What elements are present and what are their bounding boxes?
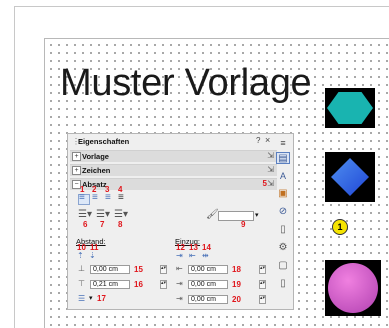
properties-icon[interactable]: ▤: [276, 152, 290, 164]
marker: 9: [241, 220, 246, 229]
hexagon-shape[interactable]: [325, 88, 375, 128]
decrease-indent-icon[interactable]: ⇤: [189, 251, 196, 261]
close-icon[interactable]: ×: [265, 135, 270, 145]
space-below-stepper[interactable]: ▴▾: [160, 280, 167, 289]
panel-title: Eigenschaften: [78, 137, 130, 146]
section-vorlage[interactable]: + Vorlage ⇲: [70, 150, 277, 162]
highlight-color-icon[interactable]: 🖌: [206, 210, 219, 220]
numbering-icon[interactable]: ☰▾: [96, 210, 110, 220]
marker: 18: [232, 265, 241, 274]
line-spacing-icon[interactable]: ☰▾: [114, 210, 128, 220]
align-left-glyph: ≡: [79, 192, 85, 203]
circle-fill: [328, 263, 378, 313]
align-center-icon[interactable]: ≡: [92, 193, 98, 203]
space-below-icon: ⊤: [78, 279, 85, 288]
expand-icon[interactable]: +: [72, 152, 81, 161]
indent-before-icon: ⇤: [176, 264, 183, 273]
menu-icon[interactable]: ≡: [276, 137, 290, 149]
section-absatz[interactable]: − Absatz 5 ⇲: [70, 178, 277, 190]
marker: 16: [134, 280, 143, 289]
section-zeichen[interactable]: + Zeichen ⇲: [70, 164, 277, 176]
indent-after-field[interactable]: 0,00 cm: [188, 280, 228, 289]
indent-after-stepper[interactable]: ▴▾: [259, 280, 266, 289]
hexagon-fill: [327, 92, 373, 124]
more-options-icon[interactable]: ⇲: [267, 165, 274, 174]
help-icon[interactable]: ?: [256, 136, 260, 145]
more-options-icon[interactable]: ⇲: [267, 151, 274, 160]
first-line-stepper[interactable]: ▴▾: [259, 295, 266, 304]
page-icon[interactable]: ▯: [276, 224, 290, 236]
paragraph-spacing-icon[interactable]: ☰: [78, 294, 85, 304]
bullets-icon[interactable]: ☰▾: [78, 210, 92, 220]
diamond-shape[interactable]: [325, 152, 375, 202]
space-above-field[interactable]: 0,00 cm: [90, 265, 130, 274]
styles-icon[interactable]: A: [276, 170, 290, 182]
section-label: Zeichen: [82, 166, 111, 175]
first-line-field[interactable]: 0,00 cm: [188, 295, 228, 304]
increase-indent-icon[interactable]: ⇥: [176, 251, 183, 261]
align-right-icon[interactable]: ≡: [105, 193, 111, 203]
marker: 15: [134, 265, 143, 274]
slide-transition-icon[interactable]: ▯: [276, 278, 290, 290]
gallery-icon[interactable]: ▣: [276, 188, 290, 200]
chevron-down-icon[interactable]: ▾: [255, 211, 259, 219]
properties-panel: ⋮ Eigenschaften ? × + Vorlage ⇲ + Zeiche…: [67, 133, 294, 310]
background-color-dropdown[interactable]: [218, 211, 254, 221]
marker: 7: [100, 220, 105, 229]
slide-title[interactable]: Muster Vorlage: [60, 62, 312, 105]
circle-shape[interactable]: [325, 260, 381, 316]
sidebar-tabbar: ≡ ▤ A ▣ ⊘ ▯ ⚙ ▢ ▯: [276, 137, 292, 307]
space-below-field[interactable]: 0,21 cm: [90, 280, 130, 289]
indent-after-icon: ⇥: [176, 279, 183, 288]
more-options-icon[interactable]: ⇲: [267, 179, 274, 188]
panel-header: ⋮ Eigenschaften ? ×: [68, 134, 277, 148]
section-label: Vorlage: [82, 152, 109, 161]
marker: 19: [232, 280, 241, 289]
marker: 20: [232, 295, 241, 304]
space-above-icon: ⊥: [78, 264, 85, 273]
decrease-spacing-icon[interactable]: ⇣: [89, 251, 96, 261]
space-above-stepper[interactable]: ▴▾: [160, 265, 167, 274]
marker: 6: [83, 220, 88, 229]
increase-spacing-icon[interactable]: ⇡: [77, 251, 84, 261]
hanging-indent-icon[interactable]: ⇹: [202, 251, 209, 261]
number-callout: 1: [332, 219, 348, 235]
expand-icon[interactable]: +: [72, 166, 81, 175]
master-slides-icon[interactable]: ⚙: [276, 242, 290, 254]
animation-icon[interactable]: ▢: [276, 260, 290, 272]
chevron-down-icon[interactable]: ▾: [89, 294, 93, 302]
indent-before-field[interactable]: 0,00 cm: [188, 265, 228, 274]
align-justify-icon[interactable]: ≡: [118, 193, 124, 203]
marker: 8: [118, 220, 123, 229]
indent-before-stepper[interactable]: ▴▾: [259, 265, 266, 274]
navigator-icon[interactable]: ⊘: [276, 206, 290, 218]
first-line-indent-icon: ⇥: [176, 294, 183, 303]
marker: 17: [97, 294, 106, 303]
diamond-fill: [331, 158, 369, 196]
